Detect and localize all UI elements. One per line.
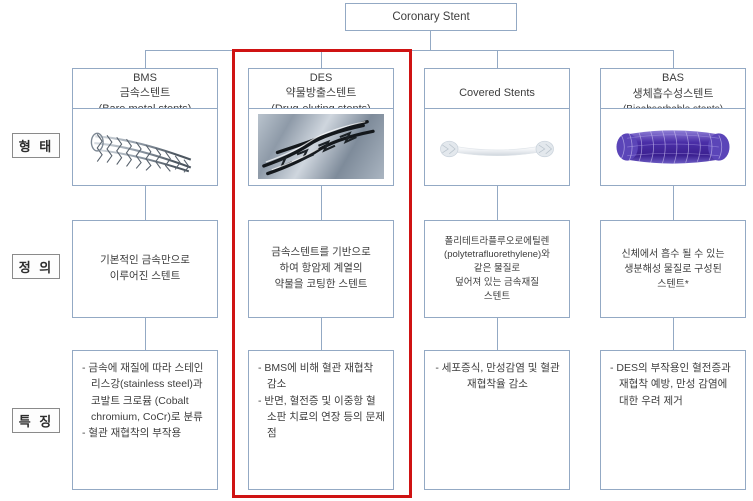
connector-des-pic-to-def [321, 186, 322, 220]
bioabsorbable-stent-icon [616, 130, 730, 164]
column-header-bas-abbr: BAS [661, 72, 684, 85]
connector-bms-pic-to-def [145, 186, 146, 220]
connector-drop-bms [145, 50, 146, 68]
features-box-bas: - DES의 부작용인 혈전증과 재협착 예방, 만성 감염에 대한 우려 제거 [600, 350, 746, 490]
definition-line: 폴리테트라플루오로에틸렌 [444, 235, 550, 247]
column-header-bms-korean: 금속스텐트 [119, 87, 171, 100]
definition-line: 스텐트* [657, 278, 689, 290]
feature-item: - 금속에 재질에 따라 스테인리스강(stainless steel)과 코발… [82, 362, 204, 423]
diagram-canvas: Coronary Stent 형 태 정 의 특 징 BMS 금속스텐트 (Ba… [0, 0, 753, 501]
column-header-bms-abbr: BMS [133, 71, 157, 84]
feature-item: - 세포증식, 만성감염 및 혈관 재협착율 감소 [435, 362, 560, 391]
definition-line: 기본적인 금속만으로 [100, 254, 190, 267]
row-label-features: 특 징 [12, 408, 60, 433]
definition-box-covered: 폴리테트라플루오로에틸렌 (polytetrafluorethylene)와 같… [424, 220, 570, 318]
features-box-bms: - 금속에 재질에 따라 스테인리스강(stainless steel)과 코발… [72, 350, 218, 490]
definition-line: 이루어진 스텐트 [109, 270, 181, 282]
covered-stent-icon [440, 140, 554, 158]
definition-line: 생분해성 물질로 구성된 [624, 263, 722, 275]
connector-drop-covered [497, 50, 498, 68]
column-header-covered-english: Covered Stents [459, 87, 535, 100]
column-header-des-korean: 약물방출스텐트 [285, 87, 357, 100]
definition-box-des: 금속스텐트를 기반으로 하여 항암제 계열의 약물을 코팅한 스텐트 [248, 220, 394, 318]
column-header-bas-korean: 생체흡수성스텐트 [632, 87, 714, 100]
definition-line: (polytetrafluorethylene)와 [444, 249, 550, 261]
image-covered-stent-photo [424, 108, 570, 186]
definition-box-bas: 신체에서 흡수 될 수 있는 생분해성 물질로 구성된 스텐트* [600, 220, 746, 318]
connector-drop-des [321, 50, 322, 68]
root-node-coronary-stent: Coronary Stent [345, 3, 517, 31]
definition-line: 금속스텐트를 기반으로 [271, 246, 371, 259]
connector-bas-pic-to-def [673, 186, 674, 220]
connector-drop-bas [673, 50, 674, 68]
image-bioabsorbable-stent-photo [600, 108, 746, 186]
connector-bus [145, 50, 673, 51]
feature-item: - 혈관 재협착의 부작용 [82, 427, 182, 440]
features-box-covered: - 세포증식, 만성감염 및 혈관 재협착율 감소 [424, 350, 570, 490]
feature-item: - BMS에 비해 혈관 재협착 감소 [258, 362, 374, 391]
definition-line: 같은 물질로 [473, 263, 521, 275]
root-node-label: Coronary Stent [392, 10, 470, 23]
image-drug-eluting-stent-photo [248, 108, 394, 186]
connector-des-def-to-feat [321, 318, 322, 350]
connector-bas-def-to-feat [673, 318, 674, 350]
definition-line: 스텐트 [483, 290, 511, 302]
features-box-des: - BMS에 비해 혈관 재협착 감소 - 반면, 혈전증 및 이중항 혈소판 … [248, 350, 394, 490]
connector-bms-def-to-feat [145, 318, 146, 350]
definition-box-bms: 기본적인 금속만으로 이루어진 스텐트 [72, 220, 218, 318]
definition-line: 신체에서 흡수 될 수 있는 [621, 248, 725, 260]
connector-covered-def-to-feat [497, 318, 498, 350]
connector-covered-pic-to-def [497, 186, 498, 220]
row-label-definition: 정 의 [12, 254, 60, 279]
connector-root-stem [430, 31, 431, 50]
definition-line: 덮어져 있는 금속재질 [455, 276, 539, 288]
definition-line: 하여 항암제 계열의 [279, 262, 363, 275]
column-header-des-abbr: DES [309, 71, 333, 84]
image-bare-metal-stent-photo [72, 108, 218, 186]
drug-eluting-stent-icon [249, 109, 393, 185]
feature-item: - DES의 부작용인 혈전증과 재협착 예방, 만성 감염에 대한 우려 제거 [610, 362, 731, 407]
row-label-shape: 형 태 [12, 133, 60, 158]
feature-item: - 반면, 혈전증 및 이중항 혈소판 치료의 연장 등의 문제점 [258, 394, 385, 440]
bare-metal-stent-icon [90, 132, 192, 173]
definition-line: 약물을 코팅한 스텐트 [274, 277, 368, 290]
